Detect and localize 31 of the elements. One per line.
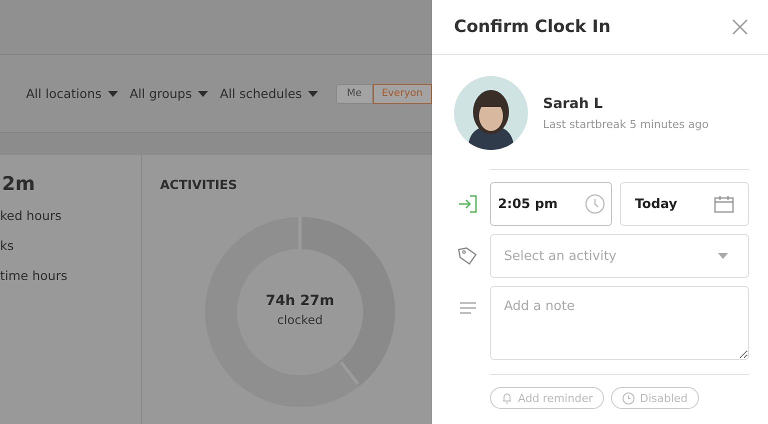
summary-value: 2m xyxy=(2,173,36,197)
clock-icon xyxy=(585,194,605,214)
last-activity-text: Last startbreak 5 minutes ago xyxy=(543,118,709,130)
toggle-option[interactable]: Me xyxy=(336,84,373,104)
filter-dropdown[interactable]: All schedules xyxy=(220,86,318,101)
summary-label: ked hours xyxy=(0,208,63,225)
filter-dropdown[interactable]: All groups xyxy=(130,86,208,101)
summary-label: time hours xyxy=(0,268,68,285)
bell-icon xyxy=(501,392,513,404)
filter-dropdown[interactable]: All locations xyxy=(26,86,118,101)
close-button[interactable] xyxy=(732,19,748,35)
clock-icon xyxy=(622,392,635,404)
clock-in-icon xyxy=(458,195,478,213)
summary-label: ks xyxy=(0,238,15,255)
section-title: ACTIVITIES xyxy=(160,177,238,192)
donut-total: 74h 27m xyxy=(266,293,334,309)
donut-caption: clocked xyxy=(277,313,323,327)
notes-icon xyxy=(460,302,476,314)
calendar-icon xyxy=(714,195,734,213)
caret-icon xyxy=(308,90,318,96)
caret-icon xyxy=(718,253,728,259)
caret-icon xyxy=(198,90,208,96)
tag-icon xyxy=(458,246,478,266)
close-icon xyxy=(732,19,748,35)
date-field[interactable]: Today xyxy=(620,182,749,226)
time-field[interactable]: 2:05 pm xyxy=(490,182,612,226)
user-name: Sarah L xyxy=(543,96,604,112)
panel-title: Confirm Clock In xyxy=(454,17,611,37)
caret-icon xyxy=(108,90,118,96)
note-field[interactable]: Add a note xyxy=(490,286,749,360)
activity-dropdown[interactable]: Select an activity xyxy=(490,234,749,278)
